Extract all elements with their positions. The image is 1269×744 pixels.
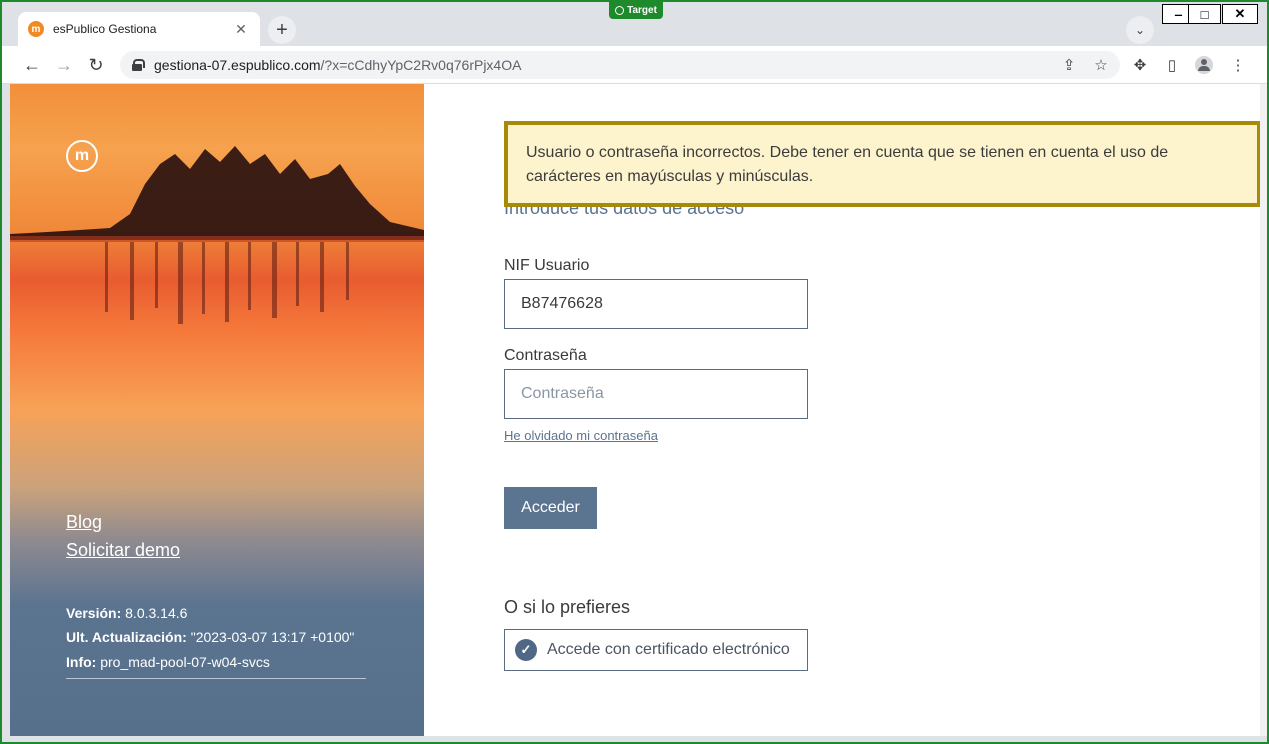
request-demo-link[interactable]: Solicitar demo [66, 540, 180, 561]
browser-tab[interactable]: m esPublico Gestiona ✕ [18, 12, 260, 46]
back-icon[interactable]: ← [20, 53, 44, 77]
nif-input[interactable]: B87476628 [504, 279, 808, 329]
password-input[interactable]: Contraseña [504, 369, 808, 419]
page-content: m Blog Solicitar demo Versión: 8.0.3.14.… [10, 84, 1260, 736]
server-info: Info: pro_mad-pool-07-w04-svcs [66, 654, 270, 670]
browser-window: m esPublico Gestiona ✕ + Target ⌄ ‒ □ ✕ … [0, 0, 1269, 744]
info-value: pro_mad-pool-07-w04-svcs [100, 654, 270, 670]
update-info: Ult. Actualización: "2023-03-07 13:17 +0… [66, 629, 354, 645]
tab-title: esPublico Gestiona [53, 22, 157, 36]
url-text[interactable]: gestiona-07.espublico.com/?x=cCdhyYpC2Rv… [154, 57, 521, 73]
update-value: "2023-03-07 13:17 +0100" [190, 629, 355, 645]
maximize-button[interactable]: □ [1188, 4, 1221, 24]
hero-panel: m Blog Solicitar demo Versión: 8.0.3.14.… [10, 84, 424, 736]
target-badge: Target [609, 2, 663, 19]
url-path: /?x=cCdhyYpC2Rv0q76rPjx4OA [320, 57, 522, 73]
certificate-login-label: Accede con certificado electrónico [547, 641, 790, 658]
forgot-password-link[interactable]: He olvidado mi contraseña [504, 428, 658, 443]
tab-bar: m esPublico Gestiona ✕ + Target ⌄ ‒ □ ✕ [2, 2, 1267, 46]
page-scrollbar[interactable] [1260, 84, 1267, 736]
reload-icon[interactable]: ↻ [84, 53, 108, 77]
verified-badge-icon: ✓ [515, 639, 537, 661]
sidepanel-icon[interactable]: ▯ [1162, 55, 1182, 75]
espublico-logo-icon: m [66, 140, 98, 172]
version-info: Versión: 8.0.3.14.6 [66, 605, 187, 621]
version-value: 8.0.3.14.6 [125, 605, 188, 621]
star-icon[interactable]: ☆ [1092, 56, 1110, 74]
target-badge-label: Target [627, 5, 657, 16]
meta-divider [66, 678, 366, 679]
share-icon[interactable]: ⇪ [1060, 56, 1078, 74]
login-button[interactable]: Acceder [504, 487, 597, 529]
forward-icon[interactable]: → [52, 53, 76, 77]
certificate-login-button[interactable]: ✓ Accede con certificado electrónico [504, 629, 808, 671]
error-alert: Usuario o contraseña incorrectos. Debe t… [504, 121, 1260, 207]
browser-toolbar: ← → ↻ gestiona-07.espublico.com/?x=cCdhy… [2, 46, 1267, 84]
menu-icon[interactable]: ⋮ [1228, 55, 1248, 75]
blog-link[interactable]: Blog [66, 512, 102, 533]
tab-search-icon[interactable]: ⌄ [1126, 16, 1154, 44]
espublico-favicon-icon: m [28, 21, 44, 37]
lock-icon [132, 59, 145, 71]
profile-icon[interactable] [1194, 55, 1214, 75]
close-window-button[interactable]: ✕ [1222, 4, 1258, 24]
nif-label: NIF Usuario [504, 257, 590, 274]
alternative-heading: O si lo prefieres [504, 597, 631, 617]
password-label: Contraseña [504, 347, 587, 364]
extensions-icon[interactable]: ✥ [1130, 55, 1150, 75]
info-label: Info: [66, 654, 97, 670]
address-bar[interactable]: gestiona-07.espublico.com/?x=cCdhyYpC2Rv… [120, 51, 1120, 79]
version-label: Versión: [66, 605, 122, 621]
new-tab-button[interactable]: + [268, 16, 296, 44]
url-host: gestiona-07.espublico.com [154, 57, 321, 73]
update-label: Ult. Actualización: [66, 629, 187, 645]
tab-close-icon[interactable]: ✕ [232, 21, 250, 38]
target-icon [615, 6, 625, 15]
